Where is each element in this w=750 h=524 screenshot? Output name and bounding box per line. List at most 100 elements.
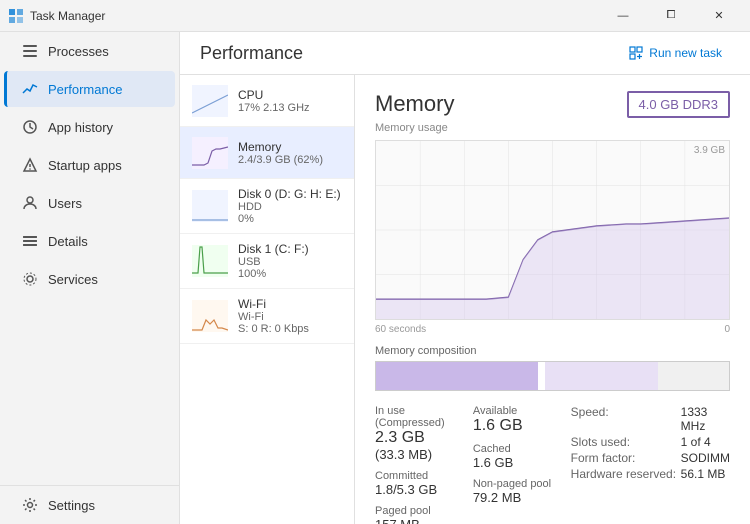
run-new-task-button[interactable]: Run new task: [621, 42, 730, 64]
cpu-name: CPU: [238, 88, 342, 102]
sidebar: Processes Performance App history: [0, 32, 180, 524]
sidebar-item-startup-apps[interactable]: Startup apps: [4, 147, 175, 183]
non-paged-stat: Non-paged pool 79.2 MB: [473, 478, 571, 505]
time-right-label: 0: [724, 324, 730, 335]
sidebar-item-settings[interactable]: Settings: [4, 487, 175, 523]
processes-icon: [20, 41, 40, 61]
wifi-mini-graph: [192, 300, 228, 332]
committed-label: Committed: [375, 470, 473, 482]
cached-label: Cached: [473, 443, 571, 455]
stats-col2: Available 1.6 GB Cached 1.6 GB Non-paged…: [473, 405, 571, 524]
memory-mini-graph: [192, 137, 228, 169]
sidebar-item-label: Settings: [48, 498, 95, 513]
titlebar-controls: — ⧠ ✕: [600, 0, 742, 32]
committed-stat: Committed 1.8/5.3 GB: [375, 470, 473, 497]
sidebar-item-details[interactable]: Details: [4, 223, 175, 259]
in-use-stat: In use (Compressed) 2.3 GB (33.3 MB): [375, 405, 473, 462]
titlebar-title: Task Manager: [30, 9, 600, 23]
device-item-cpu[interactable]: CPU 17% 2.13 GHz: [180, 75, 354, 127]
startup-icon: [20, 155, 40, 175]
disk0-name: Disk 0 (D: G: H: E:): [238, 187, 342, 201]
disk1-sub1: USB: [238, 256, 342, 268]
content-title: Performance: [200, 43, 303, 64]
wifi-sub2: S: 0 R: 0 Kbps: [238, 323, 342, 335]
cached-stat: Cached 1.6 GB: [473, 443, 571, 470]
memory-chart-svg: [376, 141, 729, 319]
disk0-sub2: 0%: [238, 213, 342, 225]
content-header: Performance Run new task: [180, 32, 750, 75]
paged-pool-label: Paged pool: [375, 505, 473, 517]
available-stat: Available 1.6 GB: [473, 405, 571, 435]
comp-free: [658, 362, 729, 390]
wifi-sub1: Wi-Fi: [238, 311, 342, 323]
details-icon: [20, 231, 40, 251]
slots-value: 1 of 4: [681, 435, 711, 449]
memory-sub: 2.4/3.9 GB (62%): [238, 154, 342, 166]
memory-name: Memory: [238, 140, 342, 154]
sidebar-item-services[interactable]: Services: [4, 261, 175, 297]
paged-pool-stat: Paged pool 157 MB: [375, 505, 473, 524]
sidebar-item-label: Services: [48, 272, 98, 287]
detail-title: Memory: [375, 91, 454, 117]
users-icon: [20, 193, 40, 213]
speed-label: Speed:: [571, 405, 681, 433]
available-value: 1.6 GB: [473, 417, 571, 435]
disk0-sub1: HDD: [238, 201, 342, 213]
in-use-value: 2.3 GB: [375, 429, 473, 447]
slots-label: Slots used:: [571, 435, 681, 449]
main-container: Processes Performance App history: [0, 32, 750, 524]
sidebar-item-label: Users: [48, 196, 82, 211]
settings-icon: [20, 495, 40, 515]
sidebar-item-app-history[interactable]: App history: [4, 109, 175, 145]
disk1-mini-graph: [192, 245, 228, 277]
paged-pool-value: 157 MB: [375, 517, 473, 524]
in-use-compressed: (33.3 MB): [375, 447, 473, 462]
comp-gap: [538, 362, 545, 390]
sidebar-item-users[interactable]: Users: [4, 185, 175, 221]
stats-grid: In use (Compressed) 2.3 GB (33.3 MB) Com…: [375, 405, 730, 524]
sidebar-item-performance[interactable]: Performance: [4, 71, 175, 107]
cpu-sub: 17% 2.13 GHz: [238, 102, 342, 114]
sidebar-item-label: Details: [48, 234, 88, 249]
device-item-disk1[interactable]: Disk 1 (C: F:) USB 100%: [180, 234, 354, 289]
chart-max-label: 3.9 GB: [694, 145, 725, 156]
memory-info: Memory 2.4/3.9 GB (62%): [238, 140, 342, 166]
minimize-button[interactable]: —: [600, 0, 646, 32]
sidebar-item-label: Startup apps: [48, 158, 122, 173]
device-item-wifi[interactable]: Wi-Fi Wi-Fi S: 0 R: 0 Kbps: [180, 289, 354, 344]
speed-value: 1333 MHz: [681, 405, 730, 433]
sidebar-item-processes[interactable]: Processes: [4, 33, 175, 69]
services-icon: [20, 269, 40, 289]
stats-col1: In use (Compressed) 2.3 GB (33.3 MB) Com…: [375, 405, 473, 524]
content-body: CPU 17% 2.13 GHz Memory 2.4/3.9 GB (6: [180, 75, 750, 524]
disk0-info: Disk 0 (D: G: H: E:) HDD 0%: [238, 187, 342, 225]
speed-row: Speed: 1333 MHz: [571, 405, 730, 433]
detail-header: Memory 4.0 GB DDR3: [375, 91, 730, 118]
detail-panel: Memory 4.0 GB DDR3 Memory usage 3.9 GB: [355, 75, 750, 524]
form-label: Form factor:: [571, 451, 681, 465]
disk1-info: Disk 1 (C: F:) USB 100%: [238, 242, 342, 280]
cpu-mini-graph: [192, 85, 228, 117]
sidebar-bottom: Settings: [0, 485, 179, 524]
sidebar-item-label: App history: [48, 120, 113, 135]
available-label: Available: [473, 405, 571, 417]
run-new-task-label: Run new task: [649, 46, 722, 60]
close-button[interactable]: ✕: [696, 0, 742, 32]
hardware-label: Hardware reserved:: [571, 467, 681, 481]
committed-value: 1.8/5.3 GB: [375, 482, 473, 497]
app-icon: [8, 8, 24, 24]
non-paged-value: 79.2 MB: [473, 490, 571, 505]
maximize-button[interactable]: ⧠: [648, 0, 694, 32]
sidebar-item-label: Processes: [48, 44, 109, 59]
app-history-icon: [20, 117, 40, 137]
sidebar-item-label: Performance: [48, 82, 122, 97]
device-list: CPU 17% 2.13 GHz Memory 2.4/3.9 GB (6: [180, 75, 355, 524]
comp-available: [545, 362, 658, 390]
device-item-disk0[interactable]: Disk 0 (D: G: H: E:) HDD 0%: [180, 179, 354, 234]
non-paged-label: Non-paged pool: [473, 478, 571, 490]
memory-chart: 3.9 GB: [375, 140, 730, 320]
hardware-row: Hardware reserved: 56.1 MB: [571, 467, 730, 481]
detail-subtitle: Memory usage: [375, 122, 730, 134]
run-task-icon: [629, 46, 643, 60]
device-item-memory[interactable]: Memory 2.4/3.9 GB (62%): [180, 127, 354, 179]
